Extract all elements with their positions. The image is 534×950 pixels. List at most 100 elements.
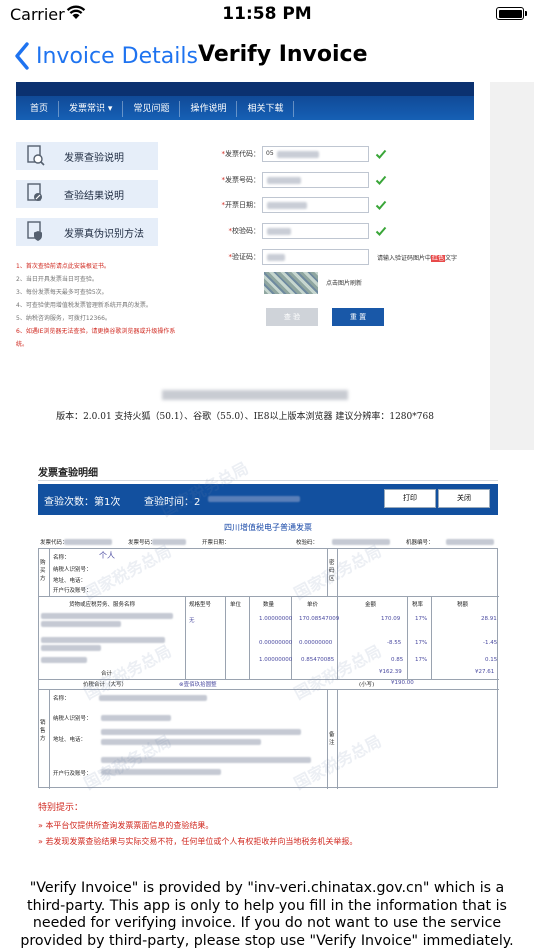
row1-qty: 1.00000000 [259, 616, 293, 622]
side-button-label: 发票真伪识别方法 [64, 228, 144, 240]
document-shield-icon [27, 221, 42, 241]
row1-tax: 28.91 [481, 616, 497, 622]
captcha-label: 验证码： [232, 253, 260, 261]
captcha-refresh-link[interactable]: 点击图片刷新 [326, 278, 362, 287]
navigation-bar: Invoice Details Verify Invoice [0, 34, 534, 78]
side-button-check-guide[interactable]: 发票查验说明 [16, 142, 158, 170]
meta-machine-label: 机器编号： [406, 540, 434, 546]
reset-button[interactable]: 重 置 [332, 308, 384, 326]
result-page-web-view: 发票查验明细 查验次数：第1次 查验时间：2 打印 关闭 四川增值税电子普通发票… [26, 450, 510, 852]
watermark: 国家税务总局 [80, 541, 175, 604]
grand-total-small-label: (小写) [359, 682, 375, 688]
check-time: 查验时间：2 [144, 497, 201, 508]
side-button-label: 查验结果说明 [64, 190, 124, 202]
row2-tax: -1.45 [483, 640, 498, 646]
check-icon [375, 200, 387, 210]
col-tax: 税额 [457, 602, 469, 608]
row3-amount: 0.85 [391, 657, 404, 663]
seller-name-label: 名称： [53, 696, 70, 702]
check-code-input[interactable] [262, 223, 369, 239]
seller-address-label: 地址、电话： [53, 737, 87, 743]
tip-item: 2、当日开具发票当日可查验。 [16, 276, 98, 283]
tip-item: 4、可查验使用增值税发票管理新系统开具的发票。 [16, 302, 152, 309]
buyer-address-label: 地址、电话： [53, 578, 87, 584]
check-code-label: 校验码： [232, 227, 260, 235]
query-page-web-view: 首页 发票常识 ▾ 常见问题 操作说明 相关下载 发票查验说明 查验结果说明 发… [0, 82, 490, 450]
version-info: 版本：2.0.01 支持火狐（50.1）、谷歌（55.0）、IE8以上版本浏览器… [56, 412, 434, 422]
row3-qty: 1.00000000 [259, 657, 293, 663]
clock: 11:58 PM [222, 4, 312, 24]
captcha-image[interactable] [264, 272, 318, 294]
notice-title: 特别提示： [38, 803, 84, 813]
issue-date-row: *开票日期： [190, 196, 387, 214]
cipher-area-label: 密码区 [329, 560, 335, 582]
scroll-gutter [490, 82, 534, 450]
back-button[interactable]: Invoice Details [14, 38, 198, 74]
menu-item-home[interactable]: 首页 [16, 101, 60, 117]
meta-checkcode-label: 校验码： [296, 540, 319, 546]
seller-bank-label: 开户行及账号： [53, 771, 92, 777]
col-tax-rate: 税率 [412, 602, 424, 608]
captcha-row: *验证码： 请输入验证码图片中红色文字 [190, 248, 457, 266]
total-amount: ¥162.39 [379, 669, 402, 675]
menu-item-instructions[interactable]: 操作说明 [180, 101, 238, 117]
document-edit-icon [27, 183, 42, 201]
menu-item-invoice-knowledge[interactable]: 发票常识 ▾ [59, 101, 124, 117]
buyer-name-value: 个人 [99, 551, 115, 560]
remark-label: 备注 [329, 732, 335, 746]
close-button[interactable]: 关闭 [438, 489, 490, 508]
check-icon [375, 226, 387, 236]
result-summary-bar: 查验次数：第1次 查验时间：2 打印 关闭 [38, 484, 498, 515]
redacted-footer [162, 390, 348, 400]
menu-item-faq[interactable]: 常见问题 [123, 101, 181, 117]
invoice-number-label: 发票号码： [225, 176, 260, 184]
seller-side-label: 销售方 [40, 720, 46, 742]
col-price: 单价 [307, 602, 319, 608]
buyer-bank-label: 开户行及账号： [53, 588, 92, 594]
col-spec: 规格型号 [189, 602, 212, 608]
issue-date-label: 开票日期： [225, 201, 260, 209]
col-qty: 数量 [263, 602, 275, 608]
tip-item: 5、纳税咨询服务，可拨打12366。 [16, 315, 111, 322]
invoice-code-row: *发票代码： 05 [190, 145, 387, 163]
back-button-label: Invoice Details [36, 43, 198, 69]
battery-icon [496, 7, 527, 20]
row1-spec: 无 [189, 618, 195, 624]
grand-total-small: ¥190.00 [391, 680, 414, 686]
caret-down-icon: ▾ [107, 104, 113, 114]
meta-date-label: 开票日期： [202, 540, 230, 546]
side-button-authenticity-guide[interactable]: 发票真伪识别方法 [16, 218, 158, 246]
menu-item-downloads[interactable]: 相关下载 [237, 101, 295, 117]
row1-price: 170.08547009 [299, 616, 340, 622]
tip-item: 3、每份发票每天最多可查验5次。 [16, 289, 108, 296]
check-count: 查验次数：第1次 [44, 497, 121, 508]
document-search-icon [27, 145, 45, 166]
tip-install-cert-link[interactable]: 1、首次查验前请点此安装根证书。 [16, 260, 176, 273]
captcha-input[interactable] [262, 249, 369, 265]
tips-list: 1、首次查验前请点此安装根证书。 2、当日开具发票当日可查验。 3、每份发票每天… [16, 260, 176, 351]
print-button[interactable]: 打印 [384, 489, 436, 508]
invoice-number-row: *发票号码： [190, 171, 387, 189]
check-button[interactable]: 查 验 [266, 308, 318, 326]
side-button-label: 发票查验说明 [64, 152, 124, 164]
row3-rate: 17% [415, 657, 428, 663]
invoice-table: 购买方 名称： 个人 纳税人识别号： 地址、电话： 开户行及账号： 密码区 货物… [38, 541, 499, 793]
notice-item: » 若发现发票查验结果与实际交易不符，任何单位或个人有权拒收并向当地税务机关举报… [38, 837, 358, 846]
side-button-result-guide[interactable]: 查验结果说明 [16, 180, 158, 208]
chevron-left-icon [15, 42, 29, 70]
col-item-name: 货物或应税劳务、服务名称 [69, 602, 136, 608]
issue-date-input[interactable] [262, 197, 369, 213]
col-unit: 单位 [230, 602, 242, 608]
row3-tax: 0.15 [485, 657, 498, 663]
invoice-code-input[interactable]: 05 [262, 146, 369, 162]
row1-rate: 17% [415, 616, 428, 622]
notice-item: » 本平台仅提供所查询发票票面信息的查验结果。 [38, 821, 214, 830]
tip-item: 6、如遇IE浏览器无法查验，请更换谷歌浏览器或升级操作系统。 [16, 328, 176, 348]
buyer-name-label: 名称： [53, 555, 70, 561]
third-party-disclaimer: "Verify Invoice" is provided by "inv-ver… [20, 880, 514, 949]
row3-price: 0.85470085 [301, 657, 335, 663]
buyer-taxid-label: 纳税人识别号： [53, 567, 92, 573]
check-icon [375, 175, 387, 185]
invoice-number-input[interactable] [262, 172, 369, 188]
status-bar: Carrier 11:58 PM [0, 0, 534, 30]
